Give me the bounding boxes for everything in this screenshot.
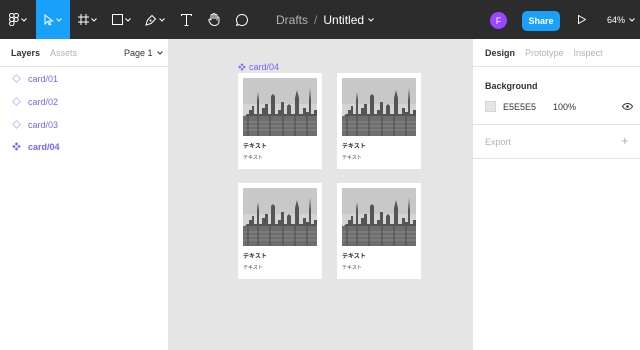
divider bbox=[473, 158, 640, 159]
hand-tool-button[interactable] bbox=[200, 0, 228, 39]
tab-design[interactable]: Design bbox=[485, 48, 515, 58]
tab-inspect[interactable]: Inspect bbox=[574, 48, 603, 58]
card-title: テキスト bbox=[243, 254, 267, 260]
card-subtitle: テキスト bbox=[243, 265, 263, 271]
layer-item-card-02[interactable]: card/02 bbox=[0, 90, 169, 113]
instance-icon bbox=[12, 97, 21, 106]
card-title: テキスト bbox=[243, 144, 267, 150]
frame-label[interactable]: card/04 bbox=[238, 62, 279, 72]
properties-panel: Design Prototype Inspect Background E5E5… bbox=[472, 39, 640, 350]
file-breadcrumb: Drafts / Untitled bbox=[276, 0, 374, 39]
breadcrumb-separator: / bbox=[314, 12, 318, 27]
right-panel-tabs: Design Prototype Inspect bbox=[473, 39, 640, 67]
background-color-swatch[interactable] bbox=[485, 101, 496, 112]
city-photo bbox=[243, 188, 317, 246]
card[interactable]: テキスト テキスト bbox=[337, 73, 421, 169]
chevron-down-icon[interactable] bbox=[368, 17, 374, 22]
export-section-title: Export bbox=[485, 137, 512, 147]
instance-icon bbox=[12, 74, 21, 83]
tab-prototype[interactable]: Prototype bbox=[525, 48, 564, 58]
component-icon bbox=[238, 63, 246, 71]
chevron-down-icon bbox=[56, 17, 62, 22]
share-button[interactable]: Share bbox=[522, 11, 560, 31]
comment-tool-button[interactable] bbox=[228, 0, 256, 39]
background-section-title: Background bbox=[485, 81, 538, 91]
text-tool-button[interactable] bbox=[172, 0, 200, 39]
move-tool-button[interactable] bbox=[36, 0, 70, 39]
card[interactable]: テキスト テキスト bbox=[238, 73, 322, 169]
card[interactable]: テキスト テキスト bbox=[238, 183, 322, 279]
chevron-down-icon bbox=[21, 17, 27, 22]
chevron-down-icon bbox=[159, 17, 165, 22]
comment-icon bbox=[236, 13, 248, 26]
layer-name: card/02 bbox=[28, 96, 59, 107]
card-subtitle: テキスト bbox=[342, 265, 362, 271]
divider bbox=[473, 124, 640, 125]
card-title: テキスト bbox=[342, 254, 366, 260]
layer-name: card/01 bbox=[28, 73, 59, 84]
tab-layers[interactable]: Layers bbox=[11, 48, 40, 58]
layer-item-card-01[interactable]: card/01 bbox=[0, 67, 169, 90]
pen-tool-button[interactable] bbox=[138, 0, 172, 39]
text-icon bbox=[180, 13, 192, 26]
layer-item-card-04[interactable]: card/04 bbox=[0, 135, 169, 158]
city-photo bbox=[243, 78, 317, 136]
breadcrumb-drafts[interactable]: Drafts bbox=[276, 13, 308, 27]
page-label: Page 1 bbox=[124, 48, 153, 58]
city-photo bbox=[342, 78, 416, 136]
layers-panel: Layers Assets Page 1 card/01 card/02 car… bbox=[0, 39, 169, 350]
figma-logo-icon bbox=[9, 13, 19, 26]
layer-item-card-03[interactable]: card/03 bbox=[0, 113, 169, 136]
frame-tool-button[interactable] bbox=[70, 0, 104, 39]
card[interactable]: テキスト テキスト bbox=[337, 183, 421, 279]
zoom-control[interactable]: 64% bbox=[607, 0, 635, 39]
play-icon bbox=[578, 15, 586, 24]
rectangle-icon bbox=[111, 14, 123, 25]
add-export-button[interactable]: + bbox=[621, 134, 629, 147]
page-selector[interactable]: Page 1 bbox=[124, 39, 163, 67]
layer-name: card/04 bbox=[28, 141, 60, 152]
zoom-level: 64% bbox=[607, 14, 626, 25]
present-button[interactable] bbox=[572, 0, 592, 39]
chevron-down-icon bbox=[124, 17, 131, 22]
avatar[interactable]: F bbox=[490, 12, 507, 29]
frame-icon bbox=[77, 14, 89, 25]
card-subtitle: テキスト bbox=[342, 155, 362, 161]
pen-icon bbox=[145, 14, 157, 26]
city-photo bbox=[342, 188, 416, 246]
toolbar: Drafts / Untitled F Share 64% bbox=[0, 0, 640, 39]
component-icon bbox=[12, 142, 21, 151]
card-title: テキスト bbox=[342, 144, 366, 150]
card-subtitle: テキスト bbox=[243, 155, 263, 161]
frame-label-text: card/04 bbox=[249, 62, 280, 72]
layer-name: card/03 bbox=[28, 119, 59, 130]
chevron-down-icon bbox=[90, 17, 97, 22]
left-panel-tabs: Layers Assets Page 1 bbox=[0, 39, 168, 67]
background-opacity-input[interactable]: 100% bbox=[553, 102, 576, 112]
shape-tool-button[interactable] bbox=[104, 0, 138, 39]
cursor-icon bbox=[44, 13, 54, 26]
hand-icon bbox=[208, 13, 220, 26]
tab-assets[interactable]: Assets bbox=[50, 48, 77, 58]
eye-icon[interactable] bbox=[622, 103, 633, 110]
background-hex-input[interactable]: E5E5E5 bbox=[503, 102, 536, 112]
file-name[interactable]: Untitled bbox=[323, 13, 364, 27]
main-menu-button[interactable] bbox=[0, 0, 36, 39]
chevron-down-icon bbox=[156, 51, 163, 55]
instance-icon bbox=[12, 120, 21, 129]
chevron-down-icon bbox=[629, 17, 635, 22]
